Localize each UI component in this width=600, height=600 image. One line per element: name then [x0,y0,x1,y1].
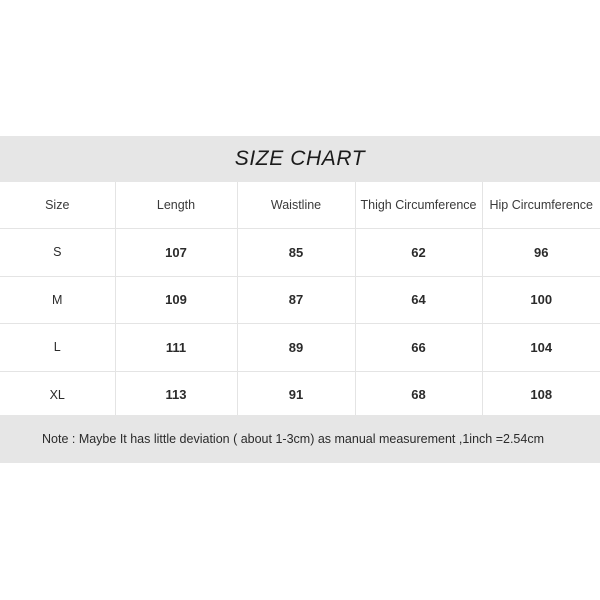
cell-waistline: 91 [237,371,356,418]
cell-thigh: 66 [355,323,483,372]
cell-thigh: 68 [355,371,483,418]
cell-hip: 108 [530,387,553,403]
column-header-thigh-circumference: Thigh Circumference [355,182,483,229]
cell-hip: 100 [482,276,600,324]
table-row: L 111 89 66 104 [0,323,600,372]
page-title: SIZE CHART [234,147,366,170]
cell-hip: 104 [482,323,600,372]
column-header-hip-circumference: Hip Circumference [482,182,600,229]
cell-size: S [0,228,116,277]
cell-thigh: 64 [355,276,483,324]
title-band: SIZE CHART [0,136,600,182]
column-header-waistline: Waistline [237,182,356,229]
cell-length: 107 [115,228,238,277]
cell-length: 113 [115,371,238,418]
cell-size: XL [0,371,116,418]
table-row: S 107 85 62 96 [0,228,600,277]
cell-length: 109 [115,276,238,324]
table-header-row: Size Length Waistline Thigh Circumferenc… [0,182,600,229]
table-row: M 109 87 64 100 [0,276,600,324]
size-chart-table: Size Length Waistline Thigh Circumferenc… [0,182,600,418]
measurement-note: Note : Maybe It has little deviation ( a… [42,432,544,446]
size-chart-image: SIZE CHART Size Length Waistline Thigh C… [0,0,600,600]
cell-hip: 96 [482,228,600,277]
cell-waistline: 87 [237,276,356,324]
cell-waistline: 85 [237,228,356,277]
cell-length: 111 [115,323,238,372]
table-row: XL 113 91 68 108 [0,371,600,418]
column-header-size: Size [0,182,116,229]
note-band: Note : Maybe It has little deviation ( a… [0,415,600,463]
cell-size: L [0,323,116,372]
column-header-length: Length [115,182,238,229]
cell-thigh: 62 [355,228,483,277]
cell-size: M [0,276,116,324]
cell-waistline: 89 [237,323,356,372]
